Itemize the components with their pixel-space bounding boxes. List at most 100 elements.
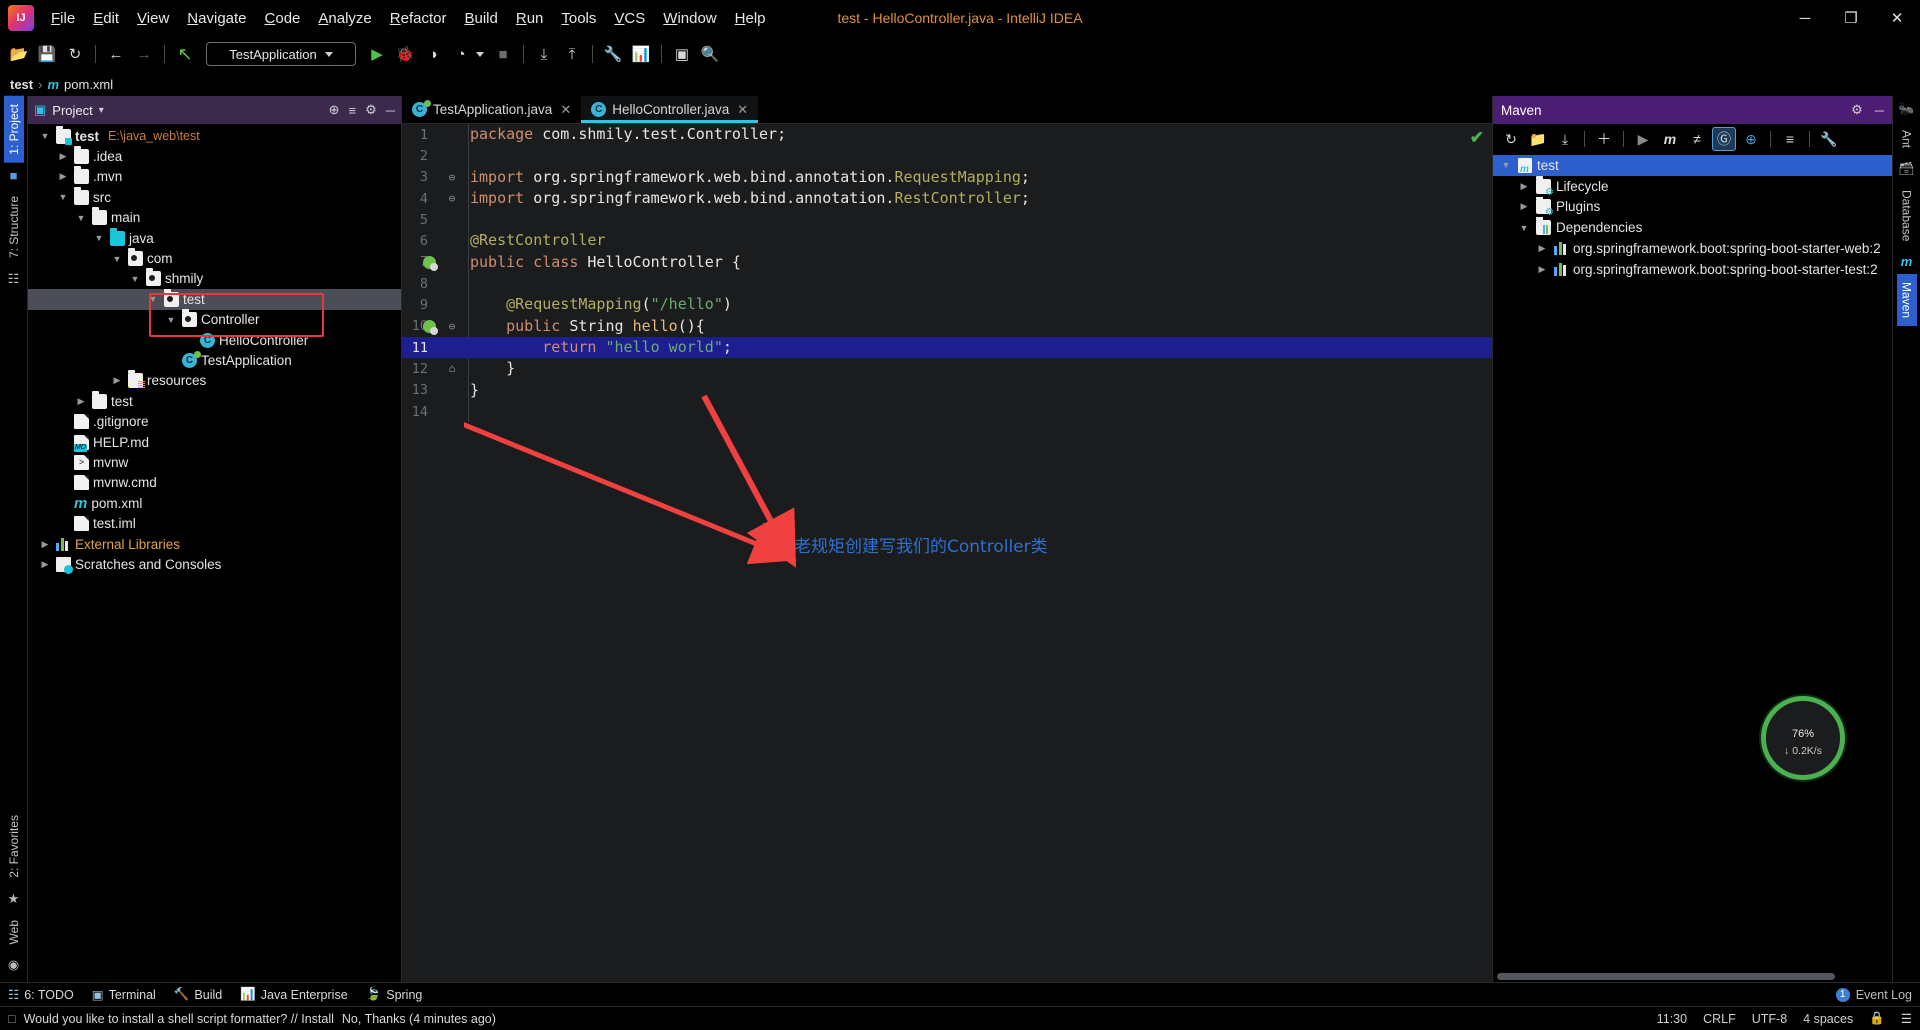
- twisty-expanded-icon[interactable]: ▼: [146, 294, 160, 304]
- tree-node[interactable]: ▼ src: [28, 186, 401, 207]
- menu-item-build[interactable]: Build: [455, 6, 506, 31]
- menu-item-edit[interactable]: Edit: [84, 6, 128, 31]
- search-everywhere-icon[interactable]: 🔍: [697, 41, 723, 67]
- tree-node[interactable]: ▶test.iml: [28, 513, 401, 533]
- maven-tree-node[interactable]: ▶ Plugins: [1493, 196, 1892, 217]
- tree-node[interactable]: ▶>mvnw: [28, 452, 401, 472]
- twisty-expanded-icon[interactable]: ▼: [164, 315, 178, 325]
- gutter-line-number[interactable]: 7: [402, 252, 464, 273]
- tree-node[interactable]: ▼ Controller: [28, 309, 401, 330]
- menu-item-vcs[interactable]: VCS: [605, 6, 654, 31]
- tool-window-button[interactable]: ▣ Terminal: [92, 987, 156, 1003]
- run-maven-goal-icon[interactable]: ▶: [1631, 127, 1655, 151]
- maven-tree[interactable]: ▼ test ▶ Lifecycle ▶ Plugins ▼ Dependencies ▶ org…: [1493, 154, 1892, 970]
- menu-item-window[interactable]: Window: [654, 6, 725, 31]
- close-button[interactable]: ✕: [1874, 0, 1920, 36]
- code-line[interactable]: @RestController: [464, 230, 1492, 251]
- twisty-expanded-icon[interactable]: ▼: [110, 254, 124, 264]
- gutter-line-number[interactable]: 14: [402, 401, 464, 422]
- code-line[interactable]: @RequestMapping("/hello"): [464, 294, 1492, 315]
- code-area[interactable]: package com.shmily.test.Controller; impor…: [464, 124, 1492, 982]
- twisty-expanded-icon[interactable]: ▼: [56, 192, 70, 202]
- reimport-icon[interactable]: ↻: [1499, 127, 1523, 151]
- sync-icon[interactable]: ↻: [62, 41, 88, 67]
- maven-horizontal-scrollbar[interactable]: [1493, 970, 1892, 982]
- maven-icon[interactable]: m: [1901, 249, 1913, 274]
- collapse-all-icon[interactable]: ≡: [349, 103, 357, 118]
- build-project-icon[interactable]: ↖: [172, 41, 198, 67]
- breadcrumb-file[interactable]: pom.xml: [64, 77, 113, 92]
- structure-icon[interactable]: 📊: [628, 41, 654, 67]
- twisty-collapsed-icon[interactable]: ▶: [1517, 201, 1531, 212]
- commit-icon[interactable]: ⤒: [559, 41, 585, 67]
- menu-item-run[interactable]: Run: [507, 6, 553, 31]
- network-usage-widget[interactable]: 76% ↓ 0.2K/s: [1761, 696, 1845, 780]
- tree-node[interactable]: ▶MDHELP.md: [28, 432, 401, 452]
- tool-window-button[interactable]: 🍃 Spring: [366, 987, 423, 1002]
- gutter-line-number[interactable]: 13: [402, 380, 464, 401]
- close-tab-icon[interactable]: ✕: [737, 102, 748, 118]
- tree-node[interactable]: ▶ resources: [28, 370, 401, 391]
- sidebar-item-favorites[interactable]: 2: Favorites: [4, 807, 24, 886]
- twisty-collapsed-icon[interactable]: ▶: [1517, 181, 1531, 192]
- project-folder-icon[interactable]: ■: [10, 163, 18, 188]
- tree-node[interactable]: ▶ .idea: [28, 146, 401, 166]
- gutter-line-number[interactable]: 8: [402, 273, 464, 294]
- gutter-line-number[interactable]: 12 ⌂: [402, 358, 464, 379]
- code-lines[interactable]: package com.shmily.test.Controller; impor…: [464, 124, 1492, 422]
- gutter-line-number[interactable]: 11: [402, 336, 464, 359]
- database-icon[interactable]: 🗃: [1898, 156, 1915, 182]
- twisty-expanded-icon[interactable]: ▼: [38, 131, 52, 141]
- hide-panel-icon[interactable]: ─: [1875, 103, 1884, 118]
- toggle-offline-mode-icon[interactable]: Ⓖ: [1712, 127, 1736, 151]
- twisty-collapsed-icon[interactable]: ▶: [38, 559, 52, 570]
- chevron-down-icon[interactable]: ▾: [99, 105, 104, 116]
- profile-icon[interactable]: ◔: [448, 41, 474, 67]
- scrollbar-thumb[interactable]: [1497, 973, 1835, 980]
- minimize-button[interactable]: ─: [1782, 0, 1828, 36]
- ant-icon[interactable]: 🐜: [1898, 96, 1914, 122]
- navigate-back-icon[interactable]: ←: [103, 41, 129, 67]
- tree-node[interactable]: ▶mvnw.cmd: [28, 473, 401, 493]
- menu-item-navigate[interactable]: Navigate: [178, 6, 255, 31]
- tree-node[interactable]: ▶ External Libraries: [28, 534, 401, 554]
- tree-node[interactable]: ▶ test: [28, 390, 401, 411]
- gutter-line-number[interactable]: 1: [402, 124, 464, 145]
- show-dependencies-icon[interactable]: ⊕: [1739, 127, 1763, 151]
- structure-grid-icon[interactable]: ☷: [8, 266, 20, 292]
- twisty-collapsed-icon[interactable]: ▶: [38, 539, 52, 550]
- update-project-icon[interactable]: ⤓: [531, 41, 557, 67]
- status-dismiss[interactable]: No, Thanks (4 minutes ago): [342, 1012, 496, 1026]
- status-message[interactable]: Would you like to install a shell script…: [24, 1012, 334, 1026]
- tree-node[interactable]: ▼ com: [28, 248, 401, 268]
- maven-tree-node[interactable]: ▶ org.springframework.boot:spring-boot-st…: [1493, 238, 1892, 259]
- tree-node[interactable]: ▼ test E:\java_web\test: [28, 125, 401, 146]
- editor-tab[interactable]: C TestApplication.java ✕: [402, 96, 581, 123]
- line-separator[interactable]: CRLF: [1703, 1012, 1736, 1026]
- file-encoding[interactable]: UTF-8: [1752, 1012, 1787, 1026]
- settings-icon[interactable]: 🔧: [600, 41, 626, 67]
- editor-tab[interactable]: C HelloController.java ✕: [581, 96, 759, 123]
- editor-area[interactable]: 123⊖4⊖5678910⊖1112⌂1314 package com.shmi…: [402, 124, 1492, 982]
- run-gutter-icon[interactable]: [423, 319, 438, 335]
- tool-window-button[interactable]: 📊 Java Enterprise: [240, 987, 347, 1002]
- tree-node[interactable]: ▶.gitignore: [28, 411, 401, 431]
- sidebar-item-web[interactable]: Web: [4, 912, 24, 952]
- gutter-line-number[interactable]: 3 ⊖: [402, 167, 464, 188]
- maven-tree-node[interactable]: ▼ Dependencies: [1493, 217, 1892, 238]
- gutter-line-number[interactable]: 10 ⊖: [402, 316, 464, 337]
- gear-icon[interactable]: ⚙: [365, 102, 377, 118]
- twisty-collapsed-icon[interactable]: ▶: [56, 151, 70, 162]
- breadcrumb-project[interactable]: test: [10, 77, 33, 92]
- gutter-line-number[interactable]: 5: [402, 209, 464, 230]
- gutter-line-number[interactable]: 4 ⊖: [402, 188, 464, 209]
- code-line[interactable]: [464, 401, 1492, 422]
- event-log-label[interactable]: Event Log: [1856, 988, 1912, 1002]
- twisty-collapsed-icon[interactable]: ▶: [1535, 264, 1549, 275]
- twisty-collapsed-icon[interactable]: ▶: [56, 171, 70, 182]
- maven-tree-node[interactable]: ▶ Lifecycle: [1493, 175, 1892, 197]
- code-line[interactable]: [464, 209, 1492, 230]
- run-with-coverage-icon[interactable]: ◑: [420, 41, 446, 67]
- run-icon[interactable]: ▶: [364, 41, 390, 67]
- maven-settings-icon[interactable]: 🔧: [1817, 127, 1841, 151]
